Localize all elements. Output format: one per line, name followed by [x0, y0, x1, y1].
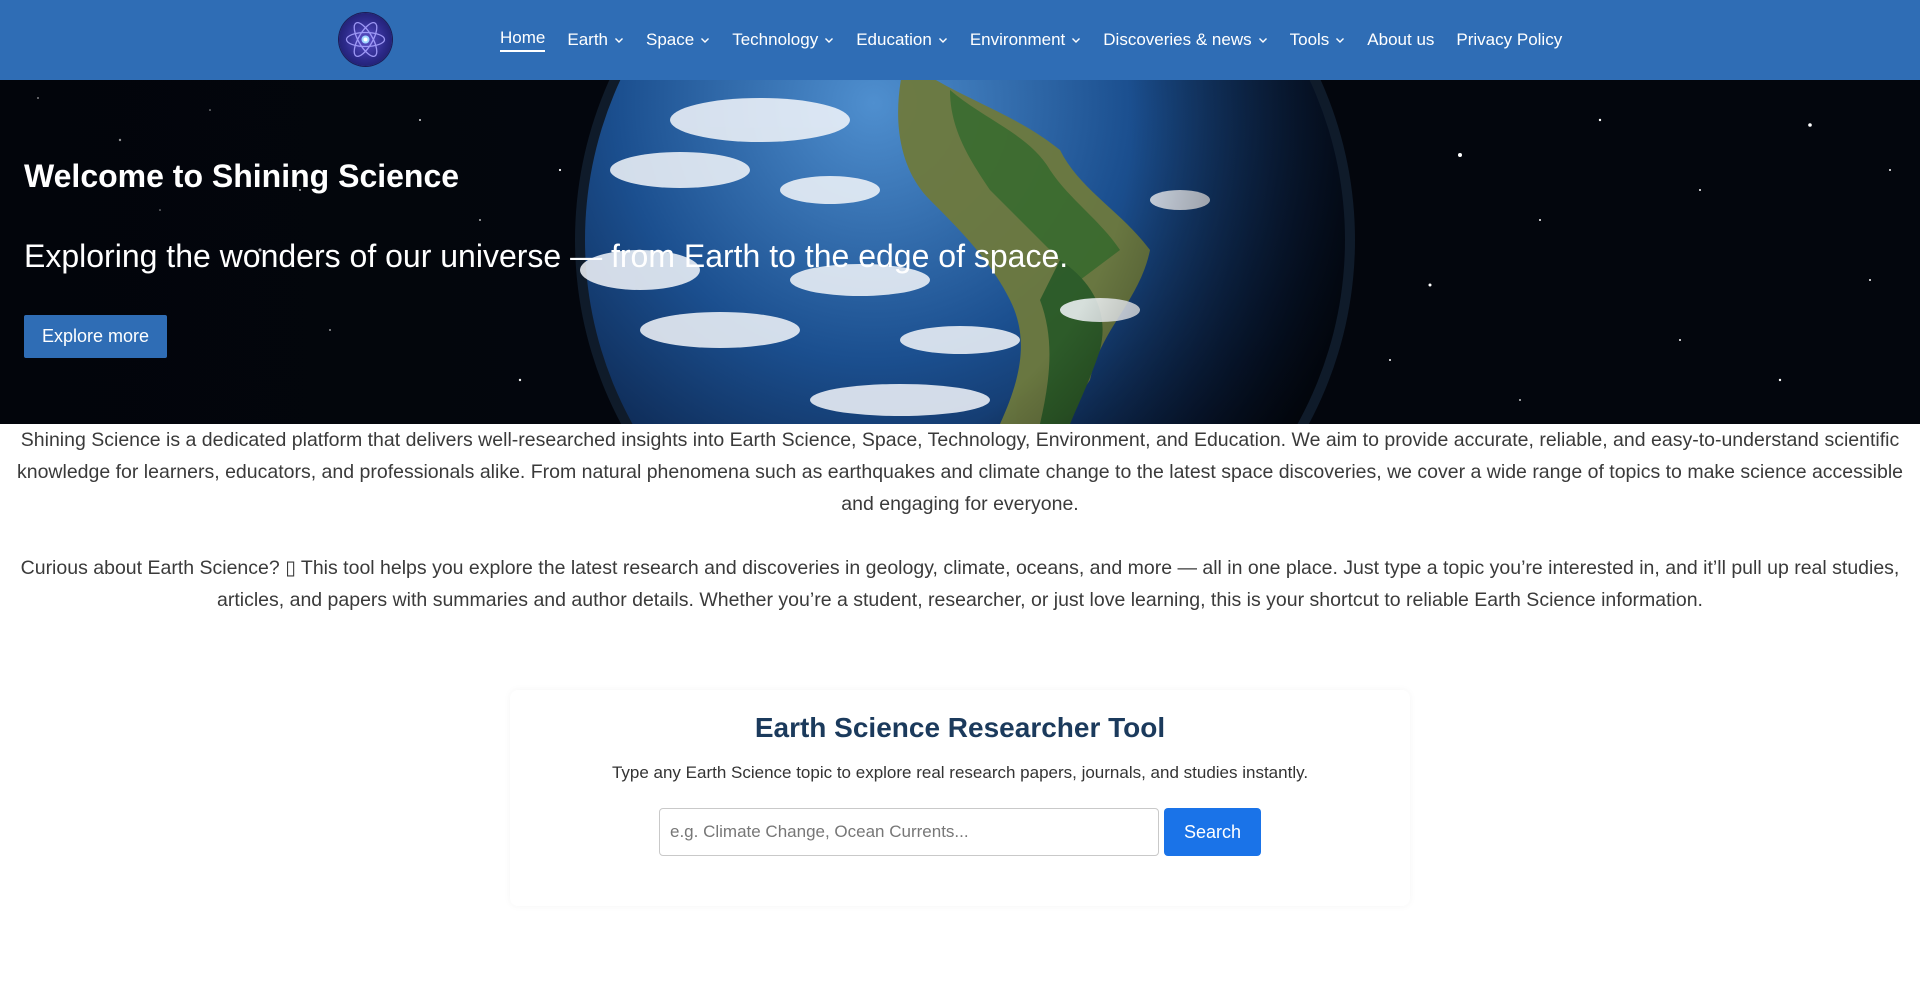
researcher-tool-card: Earth Science Researcher Tool Type any E…: [510, 690, 1410, 906]
nav-label: About us: [1367, 30, 1435, 49]
chevron-down-icon: [825, 38, 834, 43]
hero-banner: Welcome to Shining Science Exploring the…: [0, 80, 1920, 424]
explore-more-button[interactable]: Explore more: [24, 315, 167, 358]
tool-description: Type any Earth Science topic to explore …: [611, 763, 1309, 782]
nav-label: Tools: [1289, 30, 1330, 49]
nav-label: Home: [500, 28, 546, 52]
nav-item-earth[interactable]: Earth: [567, 25, 624, 55]
nav-label: Environment: [969, 30, 1066, 49]
chevron-down-icon: [1336, 38, 1345, 43]
chevron-down-icon: [701, 38, 710, 43]
nav-label: Privacy Policy: [1456, 30, 1563, 49]
chevron-down-icon: [1258, 38, 1267, 43]
nav-item-space[interactable]: Space: [646, 25, 710, 55]
nav-label: Discoveries & news: [1103, 30, 1252, 49]
intro-paragraph: Shining Science is a dedicated platform …: [16, 429, 1904, 515]
nav-item-discoveries-news[interactable]: Discoveries & news: [1103, 25, 1267, 55]
nav-label: Space: [646, 30, 695, 49]
nav-label: Technology: [732, 30, 819, 49]
nav-item-technology[interactable]: Technology: [732, 25, 834, 55]
nav-label: Education: [856, 30, 932, 49]
nav-item-privacy-policy[interactable]: Privacy Policy: [1456, 25, 1562, 55]
nav-item-tools[interactable]: Tools: [1290, 25, 1346, 55]
search-input[interactable]: [659, 808, 1159, 856]
nav-item-education[interactable]: Education: [856, 25, 948, 55]
nav-item-environment[interactable]: Environment: [970, 25, 1081, 55]
search-button[interactable]: Search: [1164, 808, 1261, 856]
tool-title: Earth Science Researcher Tool: [754, 712, 1166, 743]
chevron-down-icon: [1072, 38, 1081, 43]
nav-label: Earth: [567, 30, 608, 49]
site-header: Home Earth Space Technology Education Environ…: [0, 0, 1920, 80]
chevron-down-icon: [938, 38, 947, 43]
curious-paragraph: Curious about Earth Science? ▯ This tool…: [20, 557, 1900, 611]
nav-item-home[interactable]: Home: [500, 25, 546, 55]
hero-subtitle: Exploring the wonders of our universe — …: [24, 238, 1069, 274]
hero-title: Welcome to Shining Science: [24, 158, 460, 194]
chevron-down-icon: [615, 38, 623, 43]
atom-logo-icon[interactable]: [339, 13, 392, 66]
main-navigation: Home Earth Space Technology Education Environ…: [500, 0, 1562, 80]
nav-item-about-us[interactable]: About us: [1367, 25, 1434, 55]
